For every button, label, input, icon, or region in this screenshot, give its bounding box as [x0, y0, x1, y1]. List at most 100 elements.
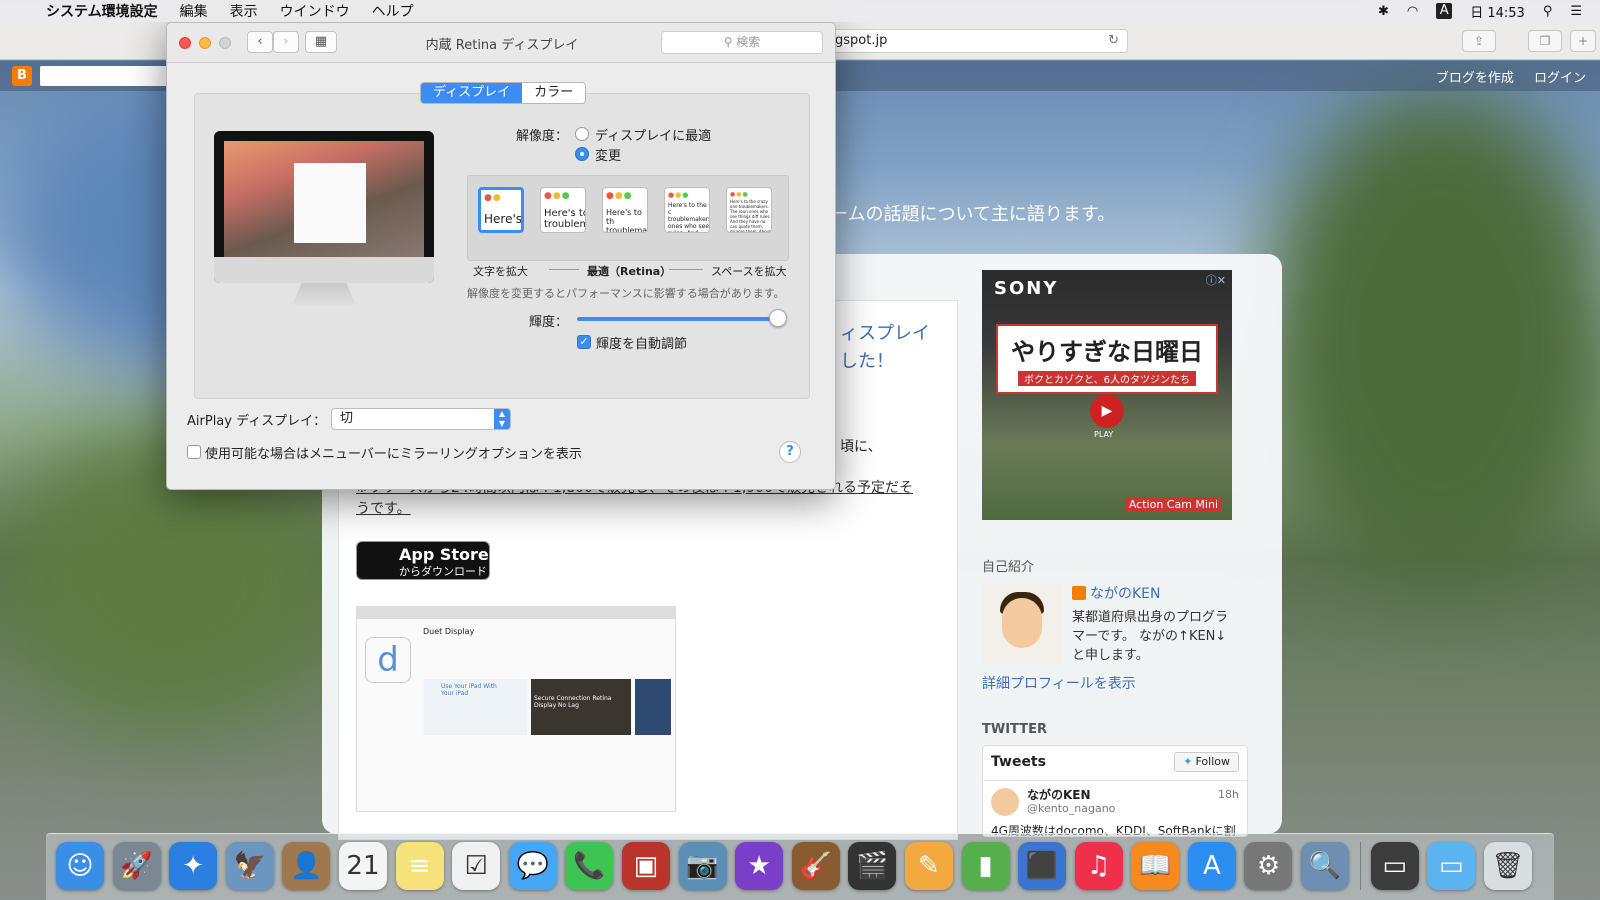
- imac-stand: [292, 283, 356, 305]
- tweet-handle[interactable]: @kento_nagano: [1027, 802, 1115, 815]
- tab-control: ディスプレイ カラー: [420, 82, 587, 104]
- profile-link[interactable]: 詳細プロフィールを表示: [982, 673, 1136, 693]
- radio-best-for-display[interactable]: [575, 127, 589, 141]
- launchpad-icon[interactable]: 🚀: [112, 842, 161, 890]
- option-scaled-label[interactable]: 変更: [595, 145, 621, 164]
- blogger-search-input[interactable]: [40, 66, 170, 86]
- share-icon[interactable]: ⇪: [1462, 30, 1496, 52]
- menu-app-name[interactable]: システム環境設定: [46, 1, 158, 21]
- back-icon[interactable]: ‹: [247, 31, 273, 53]
- forward-icon[interactable]: ›: [273, 31, 299, 53]
- system-preferences-icon[interactable]: ⚙: [1244, 842, 1293, 890]
- option-best-label[interactable]: ディスプレイに最適: [595, 125, 711, 144]
- reminders-icon[interactable]: ☑: [452, 842, 501, 890]
- keynote-icon[interactable]: ⬛: [1018, 842, 1067, 890]
- address-bar[interactable]: gspot.jp ↻: [820, 29, 1128, 53]
- calendar-icon[interactable]: 21: [338, 842, 387, 890]
- preview-icon[interactable]: 🔍: [1301, 842, 1350, 890]
- blogger-profile-icon: [1072, 586, 1086, 600]
- login-link[interactable]: ログイン: [1534, 71, 1586, 86]
- numbers-icon[interactable]: ▮: [961, 842, 1010, 890]
- avatar[interactable]: [982, 584, 1062, 664]
- clock[interactable]: 日 14:53: [1470, 2, 1525, 21]
- zoom-window-icon[interactable]: [219, 37, 231, 49]
- ad-play-icon[interactable]: ▶: [1090, 394, 1124, 428]
- downloads-folder-icon[interactable]: ▭: [1427, 842, 1476, 890]
- app-store-icon[interactable]: A: [1187, 842, 1236, 890]
- menu-view[interactable]: 表示: [230, 1, 258, 21]
- window-titlebar: ‹ › ▦ 内蔵 Retina ディスプレイ ⚲ 検索: [167, 23, 835, 63]
- scale-option-more-space[interactable]: ●●● Here's to the crazy one troublemaker…: [726, 187, 772, 233]
- auto-brightness-label[interactable]: 輝度を自動調節: [596, 333, 687, 352]
- minimize-window-icon[interactable]: [199, 37, 211, 49]
- performance-note: 解像度を変更するとパフォーマンスに影響する場合があります。: [467, 287, 785, 300]
- tab-display[interactable]: ディスプレイ: [421, 83, 523, 103]
- photo-booth-icon[interactable]: ▣: [621, 842, 670, 890]
- tweet-time[interactable]: 18h: [1218, 788, 1239, 801]
- preview-eagle-icon[interactable]: 🦅: [225, 842, 274, 890]
- wifi-icon[interactable]: ◠: [1407, 4, 1418, 19]
- final-cut-icon[interactable]: 🎬: [848, 842, 897, 890]
- mirroring-option-checkbox[interactable]: [187, 445, 201, 459]
- facetime-icon[interactable]: 📞: [565, 842, 614, 890]
- iphoto-icon[interactable]: 📷: [678, 842, 727, 890]
- menu-window[interactable]: ウインドウ: [280, 1, 350, 21]
- scale-sample-text: Here's to the c troublemakers ones who s…: [668, 202, 710, 232]
- notes-icon[interactable]: ≡: [395, 842, 444, 890]
- itunes-icon[interactable]: ♫: [1074, 842, 1123, 890]
- menu-help[interactable]: ヘルプ: [372, 1, 414, 21]
- app-store-badge[interactable]: App Store からダウンロード: [356, 541, 490, 580]
- close-window-icon[interactable]: [179, 37, 191, 49]
- notification-center-icon[interactable]: ☰: [1570, 4, 1582, 19]
- traffic-lights-icon: ●●●: [668, 191, 690, 199]
- folder-icon[interactable]: ▭: [1370, 842, 1419, 890]
- scale-line: [549, 269, 579, 270]
- app-screenshot-image[interactable]: d Duet Display Use Your iPad With Your i…: [356, 606, 676, 812]
- sony-ad[interactable]: SONY ⓘ✕ やりすぎな日曜日 ボクとカゾクと、6人のタツジンたち ▶ PLA…: [982, 270, 1232, 520]
- reload-icon[interactable]: ↻: [1108, 30, 1119, 52]
- post-title[interactable]: ィスプレイ した！: [840, 320, 930, 376]
- scale-option-default-retina[interactable]: ●●● Here's to th troublemak ones who: [602, 187, 648, 233]
- airplay-select[interactable]: 切 ▲ ▼: [331, 408, 511, 430]
- scale-option-2[interactable]: ●●● Here's to troublem: [540, 187, 586, 233]
- finder-icon[interactable]: ☺: [56, 842, 104, 890]
- scale-option-larger-text[interactable]: ●● Here's: [478, 187, 524, 233]
- blogger-logo-icon[interactable]: B: [12, 66, 32, 86]
- scale-options: ●● Here's ●●● Here's to troublem ●●● Her…: [467, 175, 789, 261]
- spotlight-icon[interactable]: ⚲: [1543, 4, 1553, 19]
- ibooks-icon[interactable]: 📖: [1131, 842, 1180, 890]
- messages-icon[interactable]: 💬: [508, 842, 557, 890]
- help-button[interactable]: ?: [779, 441, 801, 463]
- twitter-widget: Tweets ✦ Follow ながのKEN @kento_nagano 18h …: [982, 745, 1248, 837]
- dock-separator: [1359, 842, 1361, 890]
- tab-color[interactable]: カラー: [522, 83, 585, 103]
- profile-name[interactable]: ながのKEN: [1072, 583, 1161, 603]
- bluetooth-icon[interactable]: ✱: [1378, 4, 1389, 19]
- search-field[interactable]: ⚲ 検索: [661, 31, 823, 54]
- scale-option-4[interactable]: ●●● Here's to the c troublemakers ones w…: [664, 187, 710, 233]
- trash-icon[interactable]: 🗑: [1483, 842, 1532, 890]
- brightness-slider[interactable]: [577, 317, 777, 321]
- radio-scaled[interactable]: [575, 147, 589, 161]
- contacts-icon[interactable]: 👤: [282, 842, 331, 890]
- new-tab-icon[interactable]: +: [1570, 30, 1596, 52]
- menu-edit[interactable]: 編集: [180, 1, 208, 21]
- auto-brightness-checkbox[interactable]: ✓: [577, 335, 591, 349]
- pages-icon[interactable]: ✎: [904, 842, 953, 890]
- follow-button[interactable]: ✦ Follow: [1174, 752, 1239, 772]
- tweet-name[interactable]: ながのKEN: [1027, 786, 1091, 803]
- mirroring-option-label[interactable]: 使用可能な場合はメニューバーにミラーリングオプションを表示: [205, 443, 582, 462]
- screenshot-tile: [635, 679, 671, 735]
- tabs-icon[interactable]: ❐: [1528, 30, 1562, 52]
- garageband-icon[interactable]: 🎸: [791, 842, 840, 890]
- show-all-grid-icon[interactable]: ▦: [305, 31, 337, 53]
- imovie-icon[interactable]: ★: [735, 842, 784, 890]
- ad-info-close-icon[interactable]: ⓘ✕: [1206, 272, 1226, 288]
- safari-icon[interactable]: ✦: [169, 842, 218, 890]
- scale-line: [669, 269, 703, 270]
- brightness-slider-knob[interactable]: [769, 309, 787, 327]
- profile-name-text: ながのKEN: [1090, 586, 1161, 602]
- input-source-icon[interactable]: A: [1436, 3, 1453, 19]
- create-blog-link[interactable]: ブログを作成: [1436, 71, 1514, 86]
- tweet-avatar[interactable]: [991, 788, 1019, 816]
